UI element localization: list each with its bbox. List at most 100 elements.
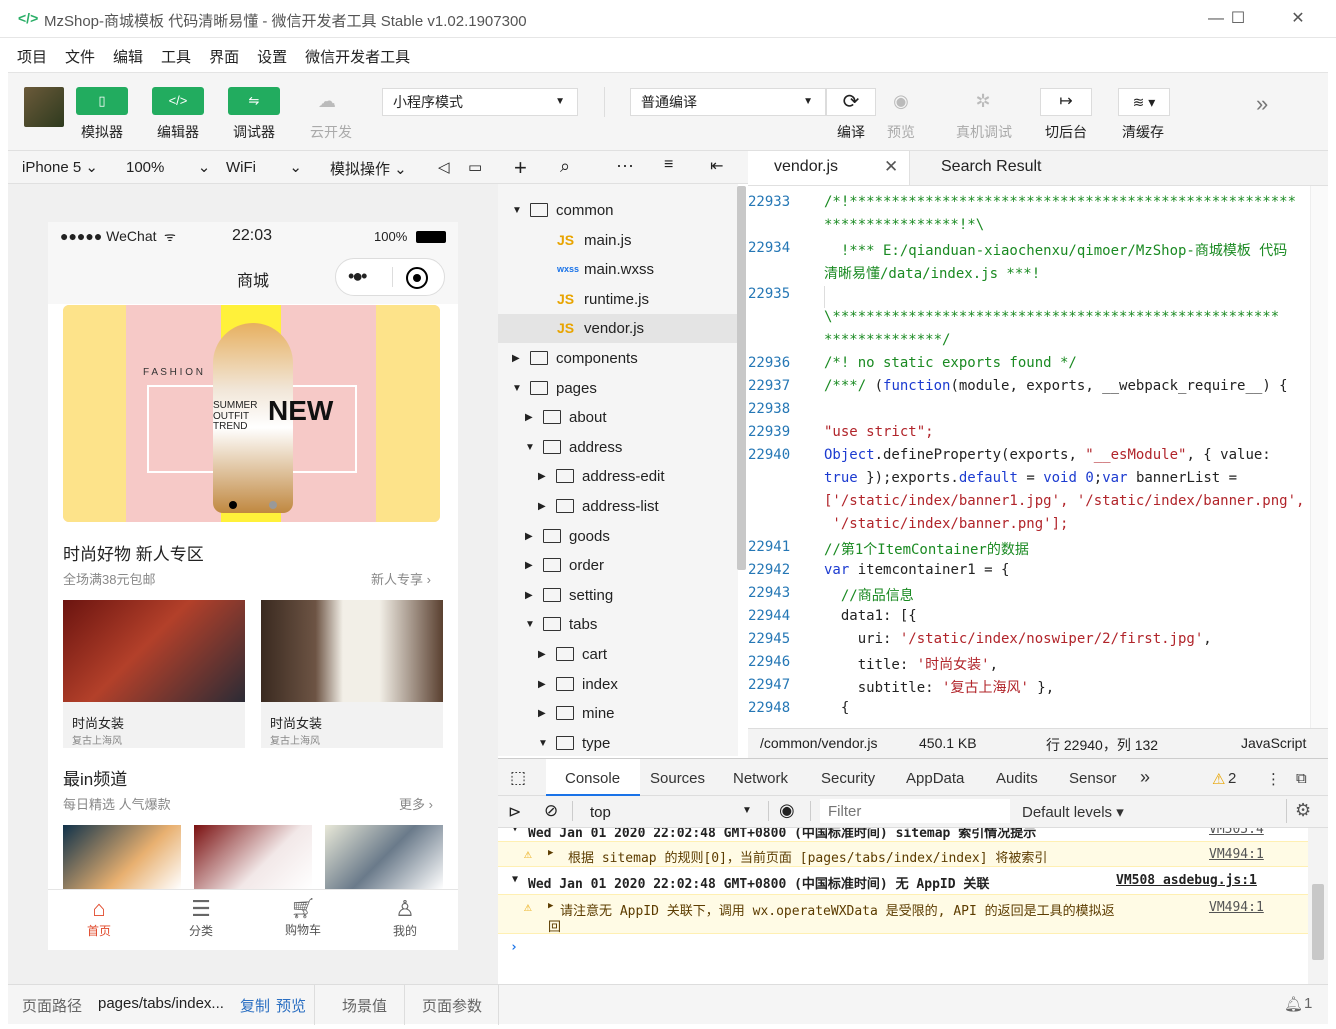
gear-icon[interactable]: ⚙ xyxy=(1295,800,1311,821)
tab-network[interactable]: Network xyxy=(733,770,788,787)
code-line[interactable]: uri: '/static/index/noswiper/2/first.jpg… xyxy=(824,631,1212,647)
code-line[interactable]: title: '时尚女装', xyxy=(824,654,998,674)
levels-select[interactable]: Default levels ▾ xyxy=(1022,803,1124,821)
code-line[interactable]: ['/static/index/banner1.jpg', '/static/i… xyxy=(824,493,1304,509)
console-source-link[interactable]: VM508 asdebug.js:1 xyxy=(1116,873,1257,888)
section-more-in[interactable]: 更多 › xyxy=(399,794,433,813)
sort-icon[interactable]: ≡ xyxy=(664,156,673,174)
network-select[interactable]: WiFi ⌄ xyxy=(226,158,302,176)
chevron-down-icon[interactable]: ▼ xyxy=(525,433,535,462)
tree-item-tabs[interactable]: ▼ tabs xyxy=(498,610,738,639)
remote-debug-label[interactable]: 真机调试 xyxy=(948,122,1020,142)
copy-path-link[interactable]: 复制 xyxy=(240,995,270,1016)
tab-category[interactable]: ☰ 分类 xyxy=(172,896,230,939)
menu-wechat-devtools[interactable]: 微信开发者工具 xyxy=(305,46,410,67)
sim-ops-select[interactable]: 模拟操作 ⌄ xyxy=(330,158,407,179)
channel-image[interactable] xyxy=(194,825,312,889)
console-warning-row[interactable]: ⚠ ▶ 请注意无 AppID 关联下，调用 wx.operateWXData 是… xyxy=(498,894,1308,935)
chevron-right-icon[interactable]: ▶ xyxy=(512,344,520,373)
search-icon[interactable]: ⌕ xyxy=(560,156,570,177)
more-dots-icon[interactable]: •●• xyxy=(348,266,368,287)
preview-path-link[interactable]: 预览 xyxy=(276,995,306,1016)
tree-item-type[interactable]: ▼ type xyxy=(498,729,738,756)
device-select[interactable]: iPhone 5 ⌄ xyxy=(22,158,98,176)
console-group-row[interactable]: ▼ Wed Jan 01 2020 22:02:48 GMT+0800 (中国标… xyxy=(498,828,1308,841)
tree-item-main.js[interactable]: JS main.js xyxy=(498,226,738,255)
code-line[interactable]: !*** E:/qianduan-xiaochenxu/qimoer/MzSho… xyxy=(824,240,1287,260)
more-chevrons-icon[interactable]: » xyxy=(1256,91,1268,117)
cloud-dev-label[interactable]: 云开发 xyxy=(296,122,366,142)
menu-edit[interactable]: 编辑 xyxy=(113,46,143,67)
code-line[interactable]: /***/ (function(module, exports, __webpa… xyxy=(824,378,1288,394)
chevron-down-icon[interactable]: ▼ xyxy=(538,729,548,756)
context-select[interactable]: top ▼ xyxy=(582,799,758,823)
more-icon[interactable]: ··· xyxy=(616,155,634,176)
page-params-label[interactable]: 页面参数 xyxy=(422,995,482,1016)
tree-item-pages[interactable]: ▼ pages xyxy=(498,374,738,403)
layers-icon[interactable]: ≋ ▾ xyxy=(1118,88,1170,116)
triangle-right-icon[interactable]: ▶ xyxy=(548,848,553,858)
menu-project[interactable]: 项目 xyxy=(17,46,47,67)
code-line[interactable]: "use strict"; xyxy=(824,424,934,440)
close-icon[interactable]: ✕ xyxy=(884,157,898,177)
editor-button[interactable]: </> xyxy=(152,87,204,115)
close-window-button[interactable]: ✕ xyxy=(1278,6,1318,32)
simulator-button[interactable]: ▯ xyxy=(76,87,128,115)
speaker-icon[interactable]: ◁ xyxy=(438,158,450,176)
code-line[interactable]: data1: [{ xyxy=(824,608,917,624)
menu-interface[interactable]: 界面 xyxy=(209,46,239,67)
tree-item-main.wxss[interactable]: wxss main.wxss xyxy=(498,255,738,284)
debugger-button[interactable]: ⇋ xyxy=(228,87,280,115)
tree-item-address[interactable]: ▼ address xyxy=(498,433,738,462)
code-line[interactable]: { xyxy=(824,700,849,716)
code-line[interactable]: var itemcontainer1 = { xyxy=(824,562,1009,578)
chevron-right-icon[interactable]: ▶ xyxy=(538,462,546,491)
inspect-icon[interactable]: ⬚ xyxy=(510,768,526,788)
avatar[interactable] xyxy=(24,87,64,127)
console-group-row[interactable]: ▼ Wed Jan 01 2020 22:02:48 GMT+0800 (中国标… xyxy=(498,871,1308,893)
console-source-link[interactable]: VM494:1 xyxy=(1209,847,1264,862)
switch-background-icon[interactable]: ↦ xyxy=(1040,88,1092,116)
window-icon[interactable]: ▭ xyxy=(468,158,482,176)
code-line[interactable]: /*! no static exports found */ xyxy=(824,355,1077,371)
menu-tools[interactable]: 工具 xyxy=(161,46,191,67)
tree-item-runtime.js[interactable]: JS runtime.js xyxy=(498,285,738,314)
chevron-down-icon[interactable]: ▼ xyxy=(512,374,522,403)
tree-item-mine[interactable]: ▶ mine xyxy=(498,699,738,728)
mode-select[interactable]: 小程序模式 ▼ xyxy=(382,88,578,116)
collapse-icon[interactable]: ⇤ xyxy=(710,156,723,176)
code-line[interactable]: true });exports.default = void 0;var ban… xyxy=(824,470,1237,486)
chevron-right-icon[interactable]: ▶ xyxy=(525,522,533,551)
code-line[interactable]: //第1个ItemContainer的数据 xyxy=(824,539,1029,559)
tab-search-result[interactable]: Search Result xyxy=(910,151,1060,185)
background-label[interactable]: 切后台 xyxy=(1031,122,1101,142)
channel-image[interactable] xyxy=(325,825,443,889)
compile-mode-select[interactable]: 普通编译 ▼ xyxy=(630,88,826,116)
tab-appdata[interactable]: AppData xyxy=(906,770,964,787)
triangle-right-icon[interactable]: ▶ xyxy=(548,901,553,911)
eye-icon[interactable]: ◉ xyxy=(779,800,795,821)
chevron-right-icon[interactable]: ▶ xyxy=(538,492,546,521)
chevron-right-icon[interactable]: ▶ xyxy=(538,640,546,669)
chevron-right-icon[interactable]: ▶ xyxy=(525,551,533,580)
chevron-down-icon[interactable]: ▼ xyxy=(525,610,535,639)
console-source-link[interactable]: VM505:4 xyxy=(1209,828,1264,837)
tab-sources[interactable]: Sources xyxy=(650,770,705,787)
chevron-right-icon[interactable]: ▶ xyxy=(525,403,533,432)
code-line[interactable]: subtitle: '复古上海风' }, xyxy=(824,677,1054,697)
add-icon[interactable]: + xyxy=(514,155,527,181)
bell-icon[interactable]: 🔔︎ xyxy=(1284,995,1303,1013)
more-tabs-icon[interactable]: » xyxy=(1140,767,1150,788)
clear-console-icon[interactable]: ⊘ xyxy=(544,801,558,821)
console-source-link[interactable]: VM494:1 xyxy=(1209,900,1264,915)
refresh-icon[interactable]: ⟳ xyxy=(826,88,876,116)
kebab-menu-icon[interactable]: ⋮ xyxy=(1266,770,1281,788)
code-line[interactable]: '/static/index/banner.png']; xyxy=(824,516,1068,532)
tab-audits[interactable]: Audits xyxy=(996,770,1038,787)
tab-home[interactable]: ⌂ 首页 xyxy=(70,896,128,939)
product-card[interactable]: 时尚女装 复古上海风 xyxy=(63,600,245,748)
close-capsule-icon[interactable] xyxy=(406,267,428,289)
sidebar-toggle-icon[interactable]: ⊳ xyxy=(508,802,521,822)
tree-item-setting[interactable]: ▶ setting xyxy=(498,581,738,610)
code-line[interactable]: //商品信息 xyxy=(824,585,914,605)
